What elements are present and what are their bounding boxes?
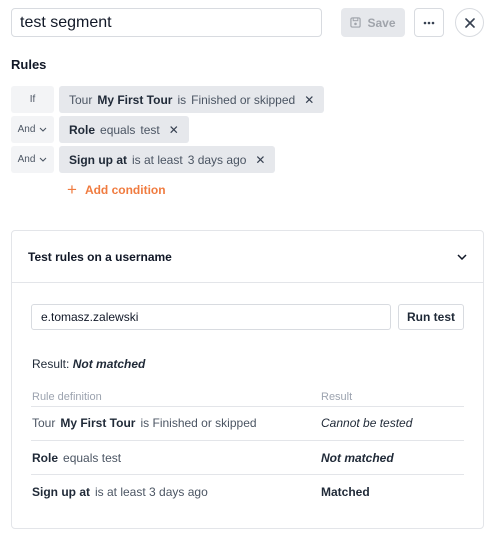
plus-icon: + bbox=[67, 180, 77, 199]
rule-value: Finished or skipped bbox=[191, 92, 296, 107]
segment-name-input[interactable]: test segment bbox=[11, 8, 322, 37]
result-prefix: Result: bbox=[32, 357, 70, 371]
table-divider bbox=[31, 440, 464, 441]
row-field: Tour bbox=[32, 416, 56, 430]
rule-field: Tour bbox=[69, 92, 93, 107]
table-row-definition: Role equals test bbox=[32, 451, 121, 465]
row-value: 3 days ago bbox=[149, 485, 208, 499]
chevron-down-icon bbox=[40, 127, 47, 132]
close-icon bbox=[464, 17, 475, 28]
connector-label: And bbox=[17, 154, 36, 165]
save-button[interactable]: Save bbox=[341, 8, 405, 37]
row-field: Sign up at bbox=[32, 485, 90, 499]
row-operator: is at least bbox=[95, 485, 146, 499]
add-condition-label: Add condition bbox=[84, 182, 166, 197]
save-icon bbox=[350, 17, 362, 28]
test-panel-title: Test rules on a username bbox=[28, 249, 172, 264]
more-icon bbox=[423, 21, 435, 24]
row-field: Role bbox=[32, 451, 59, 465]
rule-connector-and[interactable]: And bbox=[11, 116, 54, 143]
add-condition-button[interactable]: + Add condition bbox=[67, 181, 166, 198]
rule-operator: is at least bbox=[132, 152, 183, 167]
more-options-button[interactable] bbox=[414, 8, 444, 37]
row-value-bold: My First Tour bbox=[60, 416, 136, 430]
column-header-definition: Rule definition bbox=[32, 391, 102, 403]
rule-value-bold: My First Tour bbox=[97, 92, 173, 107]
result-summary: Result: Not matched bbox=[32, 357, 145, 371]
save-label: Save bbox=[367, 15, 396, 30]
rule-chip-tour[interactable]: Tour My First Tour is Finished or skippe… bbox=[59, 86, 325, 113]
rule-value: 3 days ago bbox=[187, 152, 247, 167]
rule-value: test bbox=[140, 122, 160, 137]
row-value: Finished or skipped bbox=[152, 416, 257, 430]
chevron-down-icon bbox=[40, 157, 47, 162]
rule-field: Sign up at bbox=[69, 152, 127, 167]
row-operator: equals bbox=[63, 451, 99, 465]
rule-connector-if: If bbox=[11, 86, 54, 113]
close-button[interactable] bbox=[455, 8, 484, 37]
row-value: test bbox=[101, 451, 122, 465]
username-input[interactable]: e.tomasz.zalewski bbox=[31, 304, 391, 330]
table-divider bbox=[31, 474, 464, 475]
table-row-result: Cannot be tested bbox=[321, 416, 413, 430]
column-header-result: Result bbox=[321, 391, 353, 403]
connector-label: And bbox=[17, 124, 36, 135]
rule-chip-role[interactable]: Role equals test ✕ bbox=[59, 116, 189, 143]
rule-connector-and[interactable]: And bbox=[11, 146, 54, 173]
rule-operator: equals bbox=[100, 122, 136, 137]
test-panel-header[interactable]: Test rules on a username bbox=[12, 231, 483, 283]
rule-operator: is bbox=[177, 92, 187, 107]
table-row-definition: Sign up at is at least 3 days ago bbox=[32, 485, 208, 499]
result-value: Not matched bbox=[72, 357, 146, 371]
remove-icon[interactable]: ✕ bbox=[304, 93, 314, 107]
run-test-button[interactable]: Run test bbox=[398, 304, 464, 330]
table-row-definition: Tour My First Tour is Finished or skipped bbox=[32, 416, 257, 430]
remove-icon[interactable]: ✕ bbox=[169, 123, 179, 137]
row-operator: is bbox=[140, 416, 150, 430]
remove-icon[interactable]: ✕ bbox=[255, 153, 265, 167]
rules-title: Rules bbox=[11, 57, 47, 72]
rule-field: Role bbox=[69, 122, 96, 137]
table-row-result: Not matched bbox=[321, 451, 394, 465]
table-row-result: Matched bbox=[321, 485, 370, 499]
table-divider bbox=[31, 406, 464, 407]
connector-label: If bbox=[29, 94, 36, 105]
rule-chip-signup[interactable]: Sign up at is at least 3 days ago ✕ bbox=[59, 146, 276, 173]
chevron-down-icon[interactable] bbox=[457, 253, 467, 260]
